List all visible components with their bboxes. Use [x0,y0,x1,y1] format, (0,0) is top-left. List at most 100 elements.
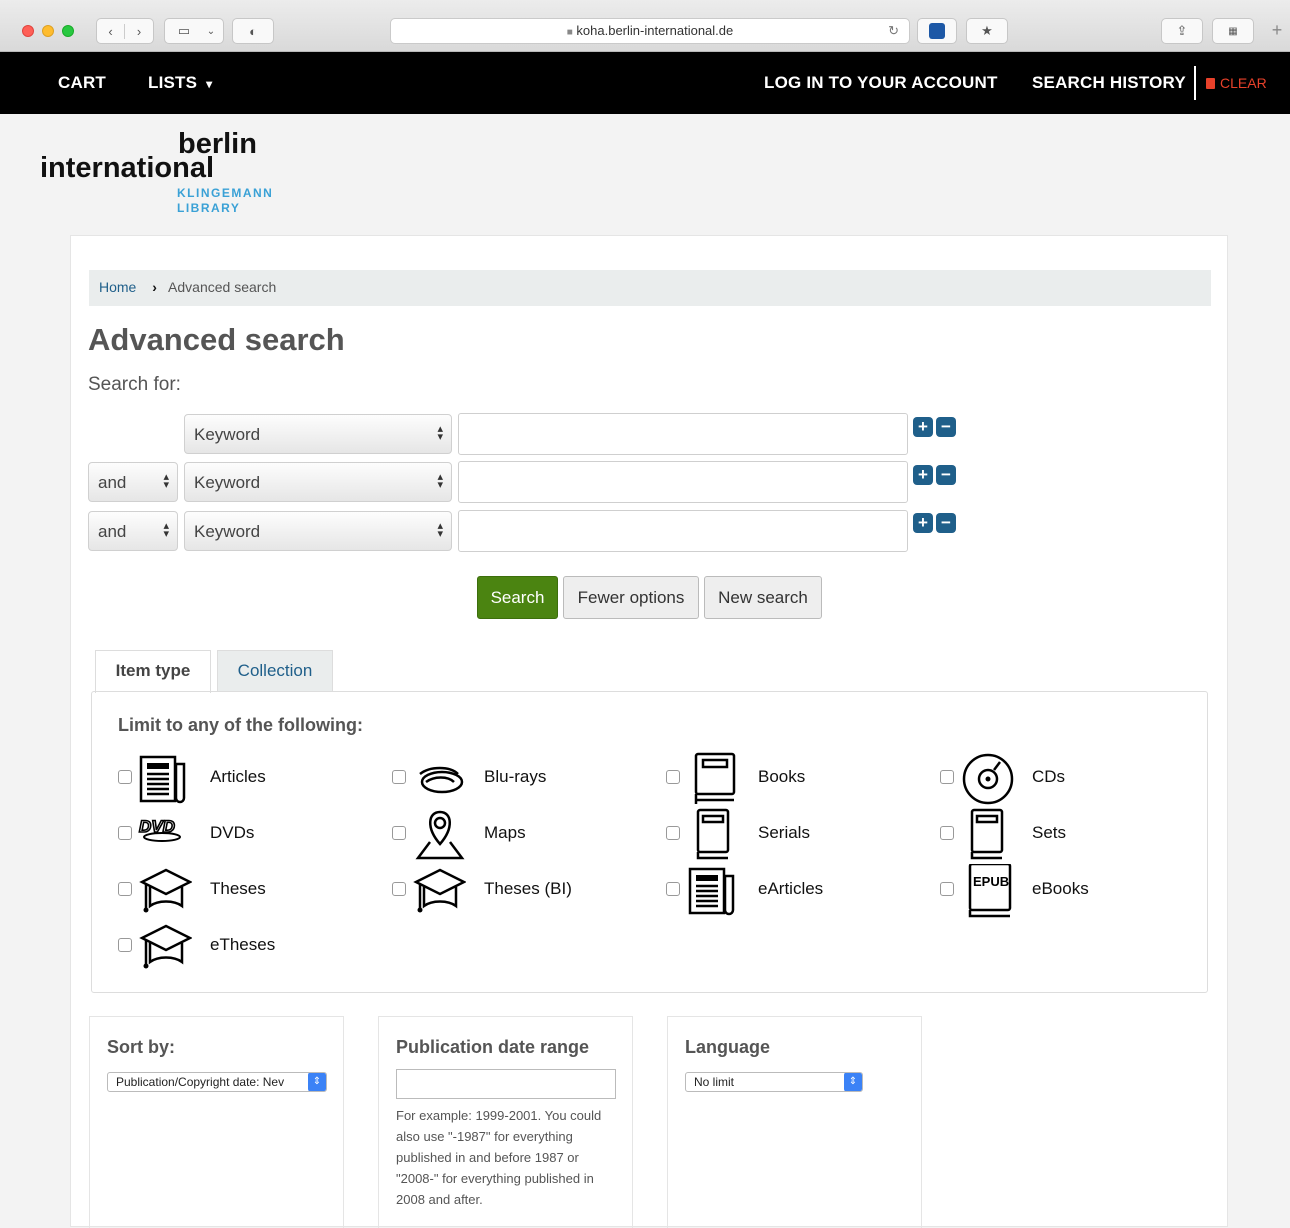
ebooks-checkbox[interactable] [940,882,954,896]
item-type-etheses: eTheses [118,920,388,970]
select-arrows-icon: ▴ ▾ [437,423,443,443]
sets-checkbox[interactable] [940,826,954,840]
cart-link[interactable]: CART [58,73,106,93]
search-field-select-2[interactable]: Keyword ▴ ▾ [184,462,452,502]
pubdate-heading: Publication date range [396,1037,590,1057]
item-type-serials: Serials [666,808,936,860]
add-row-plus-icon[interactable]: + [913,513,933,533]
close-window-button[interactable] [22,25,34,37]
remove-row-minus-icon[interactable]: − [936,513,956,533]
browser-toolbar: ‹ › ▭ ⌄ ◐ ■ koha.berlin-international.de… [0,0,1290,52]
minimize-window-button[interactable] [42,25,54,37]
dvds-checkbox[interactable] [118,826,132,840]
select-arrows-icon: ▴ ▾ [437,471,443,491]
bluray-icon [419,766,464,794]
address-bar[interactable]: ■ koha.berlin-international.de ↻ [390,18,910,44]
articles-checkbox[interactable] [118,770,132,784]
site-navbar: CART LISTS ▾ LOG IN TO YOUR ACCOUNT SEAR… [0,52,1290,114]
search-for-label: Search for: [88,374,181,395]
fewer-options-button[interactable]: Fewer options [563,576,699,619]
back-icon[interactable]: ‹ [97,23,125,39]
share-icon: ⇪ [1176,23,1188,38]
maps-checkbox[interactable] [392,826,406,840]
page-title: Advanced search [88,322,345,357]
forward-icon[interactable]: › [125,24,153,39]
dvd-icon: DVD [138,816,181,842]
epub-icon: EPUB [968,864,1012,918]
extension-button[interactable] [917,18,957,44]
tab-item-type[interactable]: Item type [95,650,211,693]
library-logo[interactable]: berlin international KLINGEMANN LIBRARY [40,128,300,218]
boolean-operator-select-2[interactable]: and ▴ ▾ [88,462,178,502]
search-input-2[interactable] [458,461,908,503]
remove-row-minus-icon[interactable]: − [936,465,956,485]
item-type-theses-bi: Theses (BI) [392,864,662,914]
trash-icon [1206,78,1215,89]
clear-history-link[interactable]: CLEAR [1206,75,1267,91]
breadcrumb: Home › Advanced search [89,270,1211,306]
grid-icon: ▦ [1228,25,1238,37]
zoom-window-button[interactable] [62,25,74,37]
search-input-3[interactable] [458,510,908,552]
cd-icon [962,753,1014,805]
etheses-checkbox[interactable] [118,938,132,952]
pubdate-help-text: For example: 1999-2001. You could also u… [396,1108,602,1207]
blu-rays-checkbox[interactable] [392,770,406,784]
books-checkbox[interactable] [666,770,680,784]
serials-checkbox[interactable] [666,826,680,840]
item-type-cds: CDs [940,752,1210,805]
new-tab-button[interactable]: + [1264,20,1290,46]
chevron-down-icon: ⌄ [206,25,216,37]
lock-icon: ■ [566,27,573,38]
add-row-plus-icon[interactable]: + [913,417,933,437]
graduation-cap-icon [413,868,466,913]
theses-checkbox[interactable] [118,882,132,896]
language-select[interactable]: No limit ⇕ [685,1072,863,1092]
item-type-blu-rays: Blu-rays [392,752,662,802]
lists-menu[interactable]: LISTS ▾ [148,73,212,93]
back-forward-buttons[interactable]: ‹ › [96,18,154,44]
graduation-cap-icon [139,924,192,969]
publication-date-panel: Publication date range For example: 1999… [378,1016,633,1228]
sidebar-icon: ▭ [177,23,191,38]
privacy-shield-button[interactable]: ◐ [232,18,274,44]
reload-icon[interactable]: ↻ [888,23,899,39]
tabs-overview-button[interactable]: ▦ [1212,18,1254,44]
earticles-checkbox[interactable] [666,882,680,896]
book-icon [694,752,736,804]
new-search-button[interactable]: New search [704,576,822,619]
search-button[interactable]: Search [477,576,558,619]
select-arrows-icon: ▴ ▾ [163,471,169,491]
svg-text:EPUB: EPUB [973,874,1009,889]
theses-bi-checkbox[interactable] [392,882,406,896]
nav-divider [1194,66,1196,100]
breadcrumb-home-link[interactable]: Home [99,279,136,295]
shield-icon: ◐ [249,23,257,39]
tab-collection[interactable]: Collection [217,650,333,692]
publication-date-input[interactable] [396,1069,616,1099]
search-field-select-1[interactable]: Keyword ▴ ▾ [184,414,452,454]
search-input-1[interactable] [458,413,908,455]
search-history-link[interactable]: SEARCH HISTORY [1032,73,1186,93]
graduation-cap-icon [139,868,192,913]
bookmark-button[interactable]: ★ [966,18,1008,44]
search-field-select-3[interactable]: Keyword ▴ ▾ [184,511,452,551]
newspaper-icon [139,755,186,804]
share-button[interactable]: ⇪ [1161,18,1203,44]
star-icon: ★ [981,23,993,38]
item-type-maps: Maps [392,808,662,860]
sidebar-button[interactable]: ▭ ⌄ [164,18,224,44]
url-text: koha.berlin-international.de [576,23,734,38]
language-panel: Language No limit ⇕ [667,1016,922,1228]
sort-select[interactable]: Publication/Copyright date: Nev ⇕ [107,1072,327,1092]
remove-row-minus-icon[interactable]: − [936,417,956,437]
boolean-operator-select-3[interactable]: and ▴ ▾ [88,511,178,551]
item-type-panel: Limit to any of the following: Articles … [91,691,1208,993]
login-link[interactable]: LOG IN TO YOUR ACCOUNT [764,73,998,93]
cds-checkbox[interactable] [940,770,954,784]
sort-heading: Sort by: [107,1037,176,1057]
add-row-plus-icon[interactable]: + [913,465,933,485]
item-type-sets: Sets [940,808,1210,860]
breadcrumb-separator: › [152,279,157,295]
item-type-theses: Theses [118,864,388,914]
